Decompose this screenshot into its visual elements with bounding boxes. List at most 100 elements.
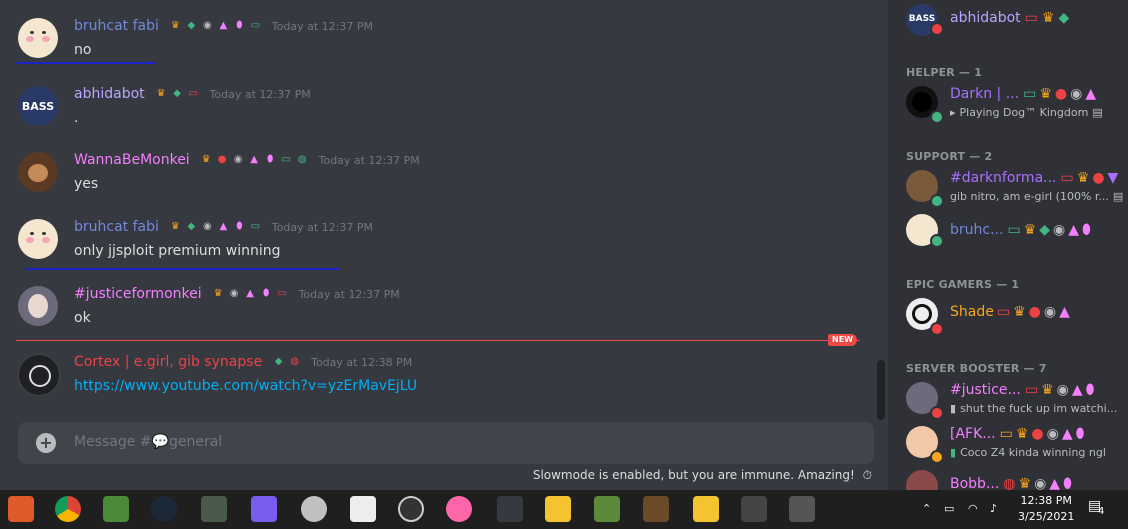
taskbar-clock[interactable]: 12:38 PM 3/25/2021 [1018,493,1074,525]
message-author-line: WannaBeMonkei ♛ ● ◉ ▲ ⬮ ▭ ◍ Today at 12:… [74,152,420,168]
member-item[interactable]: bruhc... ▭ ♛ ◆ ◉ ▲ ⬮ [888,210,1128,252]
timestamp: Today at 12:37 PM [209,88,311,101]
gem-icon: ⬮ [267,154,274,165]
triangle-icon: ▲ [250,154,258,165]
member-activity: ▸ Playing Dog™ Kingdom ▤ [950,106,1103,119]
role-badges: ◆ ◍ [273,356,301,368]
chat-pane: bruhcat fabi ♛ ◆ ◉ ▲ ⬮ ▭ Today at 12:37 … [0,0,888,490]
avatar [906,470,938,490]
battery-icon[interactable]: ▭ [944,502,954,515]
member-item[interactable]: BASS abhidabot ▭ ♛ ◆ [888,0,1128,42]
store-icon[interactable] [741,496,767,522]
details-icon: ▤ [1112,190,1124,203]
member-name: #justice... ▭ ♛ ◉ ▲ ⬮ [950,382,1095,398]
osu-icon[interactable] [446,496,472,522]
puzzle-app-icon[interactable] [545,496,571,522]
osu-icon: ◉ [229,288,239,299]
desktop-icon: ▭ [281,154,291,165]
details-icon: ▤ [1092,106,1103,119]
timestamp: Today at 12:38 PM [311,356,413,369]
member-name: [AFK... ▭ ♛ ● ◉ ▲ ⬮ [950,426,1085,442]
member-name: Shade ▭ ♛ ● ◉ ▲ [950,304,1070,320]
steam-icon[interactable] [151,496,177,522]
member-activity: ▮ Coco Z4 kinda winning ngl [950,446,1106,459]
diamond-icon: ◆ [187,20,196,31]
author-name[interactable]: #justiceformonkei [74,286,202,302]
status-online-icon [930,234,944,248]
gem-icon: ⬮ [236,221,243,232]
member-item[interactable]: #justice... ▭ ♛ ◉ ▲ ⬮ ▮ shut the fuck up im wa… [888,378,1128,420]
discord-icon[interactable] [497,496,523,522]
author-name[interactable]: bruhcat fabi [74,219,159,235]
member-item[interactable]: #darknforma... ▭ ♛ ● ▼ gib nitro, am e-girl … [888,166,1128,208]
status-online-icon [930,110,944,124]
message: #justiceformonkei ♛ ◉ ▲ ⬮ ▭ Today at 12:… [0,278,888,338]
minecraft-icon[interactable] [594,496,620,522]
crown-icon: ♛ [170,20,180,31]
gem-icon: ⬮ [262,288,270,299]
umbrella-app-icon[interactable] [301,496,327,522]
avatar[interactable] [18,152,58,192]
game-app-icon[interactable] [201,496,227,522]
role-badges: ♛ ◆ ▭ [155,88,199,100]
desktop-icon: ▭ [1024,10,1038,26]
file-explorer-icon[interactable] [693,496,719,522]
pepe-app-icon[interactable] [103,496,129,522]
custom-status-icon: ▮ [950,446,957,459]
obs-icon[interactable] [398,496,424,522]
message-input[interactable]: Message #💬general [74,434,222,450]
diamond-icon: ◆ [173,88,181,99]
notification-count: 4 [1098,506,1105,517]
chat-scrollbar[interactable] [877,360,885,420]
diamond-icon: ◆ [1058,10,1070,26]
annotation-underline [26,268,340,270]
member-item[interactable]: Bobb... ◍ ♛ ◉ ▲ ⬮ [888,466,1128,490]
role-badges: ♛ ◆ ◉ ▲ ⬮ ▭ [169,20,261,32]
avatar[interactable] [18,18,58,58]
member-item[interactable]: Shade ▭ ♛ ● ◉ ▲ [888,294,1128,336]
new-badge: NEW [828,334,857,346]
osu-icon: ◉ [202,20,212,31]
status-dnd-icon [930,22,944,36]
annotation-underline [16,62,156,64]
member-name: abhidabot ▭ ♛ ◆ [950,10,1070,26]
avatar[interactable] [18,219,58,259]
chrome-icon[interactable] [55,496,81,522]
avatar[interactable]: BASS [18,86,58,126]
author-name[interactable]: Cortex | e.girl, gib synapse [74,354,262,370]
author-name[interactable]: WannaBeMonkei [74,152,190,168]
notification-center-button[interactable]: ▤ 4 [1088,498,1114,522]
slowmode-notice: Slowmode is enabled, but you are immune.… [533,468,872,483]
snip-tool-icon[interactable] [8,496,34,522]
member-item[interactable]: Darkn | ... ▭ ♛ ● ◉ ▲ ▸ Playing Dog™ Kingdom ▤ [888,82,1128,124]
message-link[interactable]: https://www.youtube.com/watch?v=yzErMavE… [74,378,417,394]
avatar[interactable] [18,286,58,326]
member-item[interactable]: [AFK... ▭ ♛ ● ◉ ▲ ⬮ ▮ Coco Z4 kinda winning ngl [888,422,1128,464]
crown-icon: ♛ [213,288,223,299]
avatar[interactable] [18,354,60,396]
author-name[interactable]: abhidabot [74,86,145,102]
crown-icon: ♛ [1041,10,1055,26]
member-activity: ▮ shut the fuck up im watchi... [950,402,1118,415]
volume-icon[interactable]: ♪ [990,502,997,515]
desktop-icon: ▭ [188,88,198,99]
chevron-up-icon[interactable]: ⌃ [922,502,931,515]
message-author-line: bruhcat fabi ♛ ◆ ◉ ▲ ⬮ ▭ Today at 12:37 … [74,219,373,235]
diamond-icon: ◆ [187,221,196,232]
notepad-icon[interactable] [789,496,815,522]
timestamp: Today at 12:37 PM [271,221,373,234]
synapse-icon[interactable] [350,496,376,522]
message-input-bar[interactable]: + Message #💬general [18,422,874,464]
wordpad-icon[interactable] [251,496,277,522]
role-badges: ♛ ◆ ◉ ▲ ⬮ ▭ [169,221,261,233]
minecraft-launcher-icon[interactable] [643,496,669,522]
heart-check-icon: ● [217,154,227,165]
game-icon: ▸ [950,106,956,119]
wifi-icon[interactable]: ◠ [968,502,978,515]
author-name[interactable]: bruhcat fabi [74,18,159,34]
timestamp: Today at 12:37 PM [298,288,400,301]
member-name: #darknforma... ▭ ♛ ● ▼ [950,170,1119,186]
timer-icon: ⏱ [862,468,872,482]
add-attachment-button[interactable]: + [36,433,56,453]
message-author-line: abhidabot ♛ ◆ ▭ Today at 12:37 PM [74,86,311,102]
